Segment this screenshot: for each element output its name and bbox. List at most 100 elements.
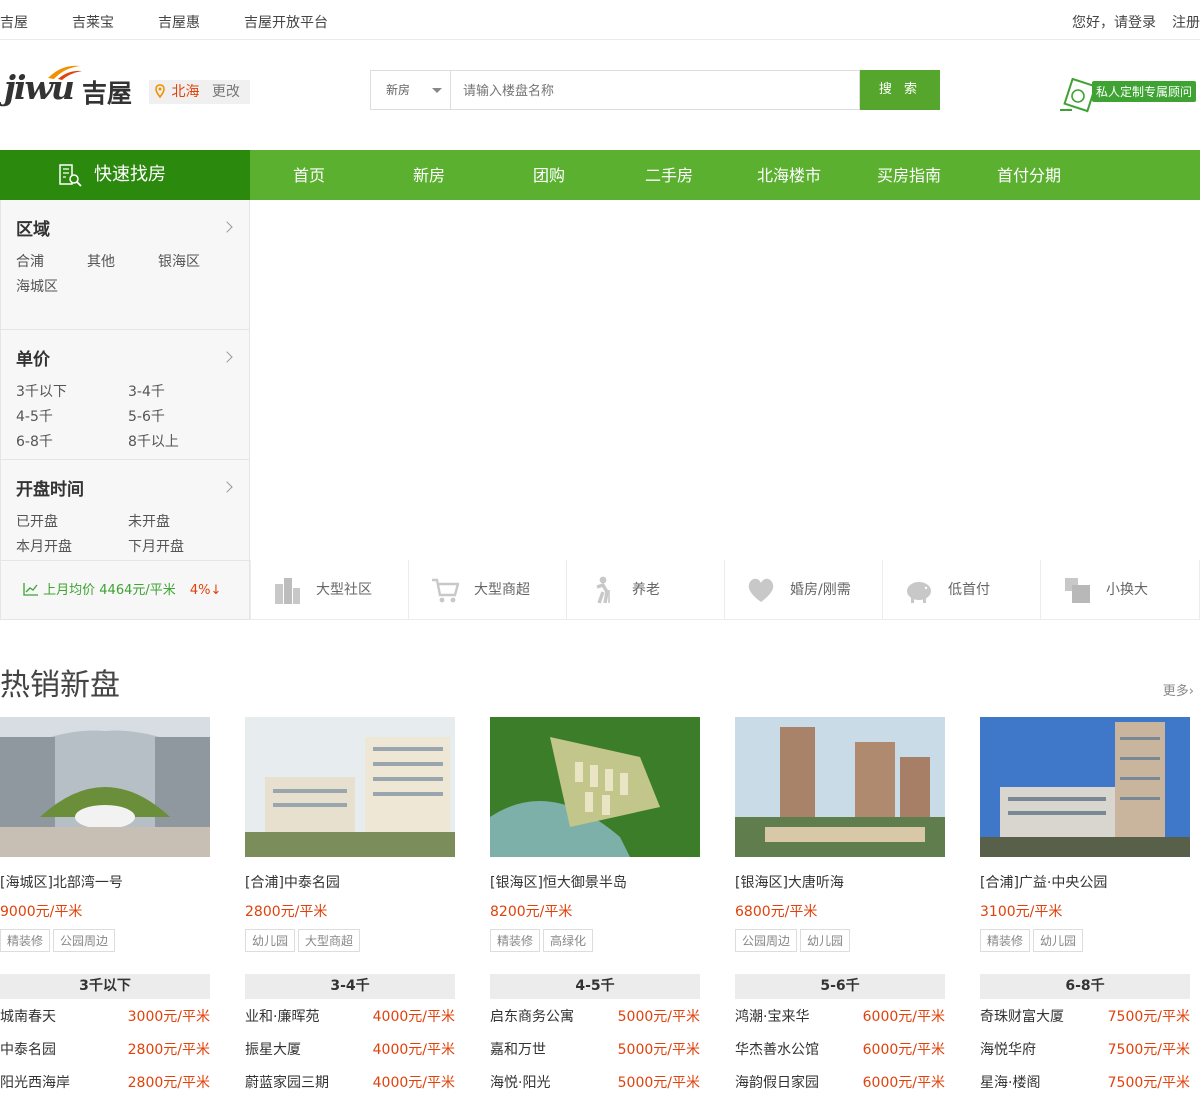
filter-option[interactable]: 6-8千 bbox=[16, 431, 53, 451]
price-range-header[interactable]: 3千以下 bbox=[0, 974, 210, 999]
listing-card[interactable]: [银海区]大唐听海 6800元/平米 公园周边 幼儿园 bbox=[735, 717, 945, 952]
register-link[interactable]: 注册 bbox=[1172, 12, 1200, 32]
filter-option[interactable]: 3-4千 bbox=[128, 381, 165, 401]
project-price: 3000元/平米 bbox=[127, 1009, 210, 1025]
filter-option[interactable]: 3千以下 bbox=[16, 381, 67, 401]
list-item[interactable]: 振星大厦 4000元/平米 bbox=[245, 1034, 455, 1067]
listing-name[interactable]: [银海区]大唐听海 bbox=[735, 872, 844, 892]
project-name[interactable]: 鸿潮·宝来华 bbox=[735, 1001, 809, 1034]
listing-photo[interactable] bbox=[980, 717, 1190, 857]
project-name[interactable]: 振星大厦 bbox=[245, 1034, 301, 1067]
filter-option[interactable]: 合浦 bbox=[16, 251, 44, 271]
price-range-header[interactable]: 5-6千 bbox=[735, 974, 945, 999]
filter-option[interactable]: 未开盘 bbox=[128, 511, 170, 531]
list-item[interactable]: 海悦·阳光 5000元/平米 bbox=[490, 1067, 700, 1100]
nav-buying-guide[interactable]: 买房指南 bbox=[877, 150, 941, 200]
listing-photo[interactable] bbox=[0, 717, 210, 857]
list-item[interactable]: 星海·楼阁 7500元/平米 bbox=[980, 1067, 1190, 1100]
price-range-header[interactable]: 6-8千 bbox=[980, 974, 1190, 999]
nav-group-buy[interactable]: 团购 bbox=[533, 150, 565, 200]
nav-second-hand[interactable]: 二手房 bbox=[645, 150, 693, 200]
list-item[interactable]: 中泰名园 2800元/平米 bbox=[0, 1034, 210, 1067]
project-name[interactable]: 启东商务公寓 bbox=[490, 1001, 574, 1034]
price-range-header[interactable]: 4-5千 bbox=[490, 974, 700, 999]
feature-supermarket[interactable]: 大型商超 bbox=[408, 560, 566, 620]
filter-option[interactable]: 本月开盘 bbox=[16, 536, 72, 556]
city-selector[interactable]: 北海 更改 bbox=[149, 80, 250, 104]
listing-name[interactable]: [合浦]中泰名园 bbox=[245, 872, 340, 892]
quick-find-house[interactable]: 快速找房 bbox=[0, 150, 250, 200]
listing-name[interactable]: [海城区]北部湾一号 bbox=[0, 872, 123, 892]
list-item[interactable]: 启东商务公寓 5000元/平米 bbox=[490, 1001, 700, 1034]
list-item[interactable]: 阳光西海岸 2800元/平米 bbox=[0, 1067, 210, 1100]
site-logo[interactable]: jiwu 吉屋 bbox=[4, 62, 144, 112]
top-link-jiwu[interactable]: 吉屋 bbox=[0, 12, 28, 32]
listing-card[interactable]: [银海区]恒大御景半岛 8200元/平米 精装修 高绿化 bbox=[490, 717, 700, 952]
search-input[interactable] bbox=[450, 70, 860, 110]
more-link[interactable]: 更多› bbox=[1163, 680, 1194, 699]
feature-upgrade[interactable]: 小换大 bbox=[1040, 560, 1200, 620]
feature-large-community[interactable]: 大型社区 bbox=[250, 560, 408, 620]
project-name[interactable]: 星海·楼阁 bbox=[980, 1067, 1040, 1100]
list-item[interactable]: 蔚蓝家园三期 4000元/平米 bbox=[245, 1067, 455, 1100]
top-link-open-platform[interactable]: 吉屋开放平台 bbox=[244, 12, 328, 32]
feature-wedding-home[interactable]: 婚房/刚需 bbox=[724, 560, 882, 620]
project-name[interactable]: 阳光西海岸 bbox=[0, 1067, 70, 1100]
project-name[interactable]: 海悦华府 bbox=[980, 1034, 1036, 1067]
listing-card[interactable]: [海城区]北部湾一号 9000元/平米 精装修 公园周边 bbox=[0, 717, 210, 952]
listing-name[interactable]: [银海区]恒大御景半岛 bbox=[490, 872, 627, 892]
filter-option[interactable]: 5-6千 bbox=[128, 406, 165, 426]
project-name[interactable]: 奇珠财富大厦 bbox=[980, 1001, 1064, 1034]
listing-card[interactable]: [合浦]广益·中央公园 3100元/平米 精装修 幼儿园 bbox=[980, 717, 1190, 952]
custom-advisor-banner[interactable]: 私人定制专属顾问 bbox=[1058, 78, 1200, 114]
top-link-jiwuhui[interactable]: 吉屋惠 bbox=[158, 12, 200, 32]
list-item[interactable]: 鸿潮·宝来华 6000元/平米 bbox=[735, 1001, 945, 1034]
listing-name[interactable]: [合浦]广益·中央公园 bbox=[980, 872, 1107, 892]
project-name[interactable]: 嘉和万世 bbox=[490, 1034, 546, 1067]
project-name[interactable]: 城南春天 bbox=[0, 1001, 56, 1034]
filter-option[interactable]: 4-5千 bbox=[16, 406, 53, 426]
listing-photo[interactable] bbox=[490, 717, 700, 857]
change-city-link[interactable]: 更改 bbox=[212, 84, 240, 100]
filter-option[interactable]: 下月开盘 bbox=[128, 536, 184, 556]
feature-low-down-payment[interactable]: 低首付 bbox=[882, 560, 1040, 620]
filter-region-title[interactable]: 区域 bbox=[16, 215, 50, 240]
project-name[interactable]: 海悦·阳光 bbox=[490, 1067, 550, 1100]
project-name[interactable]: 中泰名园 bbox=[0, 1034, 56, 1067]
project-name[interactable]: 华杰善水公馆 bbox=[735, 1034, 819, 1067]
list-item[interactable]: 奇珠财富大厦 7500元/平米 bbox=[980, 1001, 1190, 1034]
search-button[interactable]: 搜 索 bbox=[860, 70, 940, 110]
nav-down-payment[interactable]: 首付分期 bbox=[997, 150, 1061, 200]
listing-card[interactable]: [合浦]中泰名园 2800元/平米 幼儿园 大型商超 bbox=[245, 717, 455, 952]
avg-price-trend[interactable]: 上月均价 4464元/平米 4%↓ bbox=[1, 560, 249, 619]
list-item[interactable]: 嘉和万世 5000元/平米 bbox=[490, 1034, 700, 1067]
list-item[interactable]: 海韵假日家园 6000元/平米 bbox=[735, 1067, 945, 1100]
chevron-right-icon[interactable] bbox=[221, 221, 233, 233]
chevron-right-icon[interactable] bbox=[221, 481, 233, 493]
listing-photo[interactable] bbox=[245, 717, 455, 857]
feature-elderly-care[interactable]: 养老 bbox=[566, 560, 724, 620]
project-name[interactable]: 业和·廉晖苑 bbox=[245, 1001, 319, 1034]
nav-home[interactable]: 首页 bbox=[293, 150, 325, 200]
nav-new-homes[interactable]: 新房 bbox=[413, 150, 445, 200]
list-item[interactable]: 海悦华府 7500元/平米 bbox=[980, 1034, 1190, 1067]
login-link[interactable]: 您好，请登录 bbox=[1072, 12, 1156, 32]
top-link-jilaibao[interactable]: 吉莱宝 bbox=[72, 12, 114, 32]
listing-photo[interactable] bbox=[735, 717, 945, 857]
filter-option[interactable]: 8千以上 bbox=[128, 431, 179, 451]
list-item[interactable]: 业和·廉晖苑 4000元/平米 bbox=[245, 1001, 455, 1034]
filter-price-title[interactable]: 单价 bbox=[16, 345, 50, 370]
price-range-header[interactable]: 3-4千 bbox=[245, 974, 455, 999]
nav-beihai-market[interactable]: 北海楼市 bbox=[757, 150, 821, 200]
chevron-right-icon[interactable] bbox=[221, 351, 233, 363]
filter-option[interactable]: 已开盘 bbox=[16, 511, 58, 531]
filter-option[interactable]: 其他 bbox=[87, 251, 115, 271]
list-item[interactable]: 华杰善水公馆 6000元/平米 bbox=[735, 1034, 945, 1067]
filter-option[interactable]: 银海区 bbox=[158, 251, 200, 271]
project-name[interactable]: 蔚蓝家园三期 bbox=[245, 1067, 329, 1100]
project-name[interactable]: 海韵假日家园 bbox=[735, 1067, 819, 1100]
filter-opening-title[interactable]: 开盘时间 bbox=[16, 475, 84, 500]
search-type-select[interactable]: 新房 bbox=[370, 70, 450, 110]
list-item[interactable]: 城南春天 3000元/平米 bbox=[0, 1001, 210, 1034]
filter-option[interactable]: 海城区 bbox=[16, 276, 58, 296]
